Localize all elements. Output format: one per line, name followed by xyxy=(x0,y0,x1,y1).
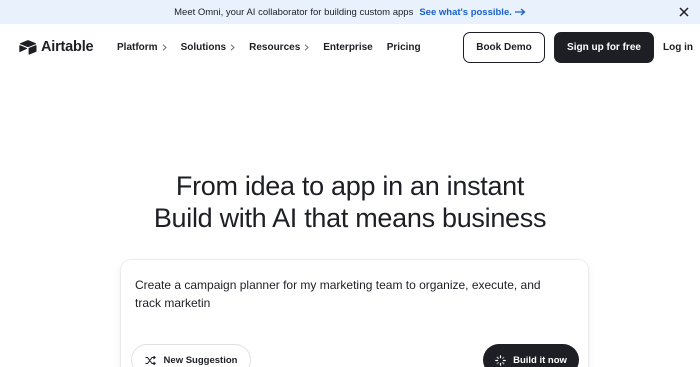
nav-item-solutions[interactable]: Solutions xyxy=(181,42,236,53)
nav-item-label: Pricing xyxy=(386,41,421,53)
nav-item-pricing[interactable]: Pricing xyxy=(387,42,421,53)
shuffle-icon xyxy=(145,355,156,365)
ai-prompt-card: Create a campaign planner for my marketi… xyxy=(121,260,588,367)
new-suggestion-button[interactable]: New Suggestion xyxy=(131,344,251,367)
banner-cta-link[interactable]: See what's possible. xyxy=(419,7,526,18)
airtable-logo-icon xyxy=(19,39,37,55)
nav-item-resources[interactable]: Resources xyxy=(249,41,310,53)
arrow-right-icon xyxy=(514,8,526,16)
nav-item-enterprise[interactable]: Enterprise xyxy=(323,42,372,53)
nav-item-platform[interactable]: Platform xyxy=(117,42,167,53)
main-menu: Platform Solutions Resources Enterprise … xyxy=(117,24,435,70)
announcement-banner: Meet Omni, your AI collaborator for buil… xyxy=(0,0,700,24)
build-it-now-label: Build it now xyxy=(513,354,567,366)
logo-text: Airtable xyxy=(41,39,94,55)
nav-item-label: Platform xyxy=(117,41,158,53)
chevron-right-icon xyxy=(162,43,167,51)
new-suggestion-label: New Suggestion xyxy=(163,354,238,366)
banner-message: Meet Omni, your AI collaborator for buil… xyxy=(174,6,414,18)
close-icon[interactable] xyxy=(678,6,690,18)
login-link[interactable]: Log in xyxy=(663,42,693,53)
hero-heading: From idea to app in an instant Build wit… xyxy=(0,170,700,234)
chevron-right-icon xyxy=(230,43,235,51)
hero-title-line-1: From idea to app in an instant xyxy=(175,171,525,201)
hero-title-line-2: Build with AI that means business xyxy=(153,203,547,233)
banner-cta-label: See what's possible. xyxy=(419,6,512,18)
prompt-input[interactable]: Create a campaign planner for my marketi… xyxy=(135,276,565,312)
nav-item-label: Enterprise xyxy=(323,41,373,53)
nav-item-label: Solutions xyxy=(180,41,227,53)
loading-spinner-icon xyxy=(495,354,506,366)
chevron-right-icon xyxy=(304,43,310,51)
build-it-now-button[interactable]: Build it now xyxy=(483,344,579,367)
nav-item-label: Resources xyxy=(249,41,301,53)
airtable-logo[interactable]: Airtable xyxy=(19,39,94,55)
top-navigation: Airtable Platform Solutions Resources En… xyxy=(0,24,700,70)
signup-button[interactable]: Sign up for free xyxy=(554,32,654,63)
book-demo-button[interactable]: Book Demo xyxy=(463,32,545,63)
